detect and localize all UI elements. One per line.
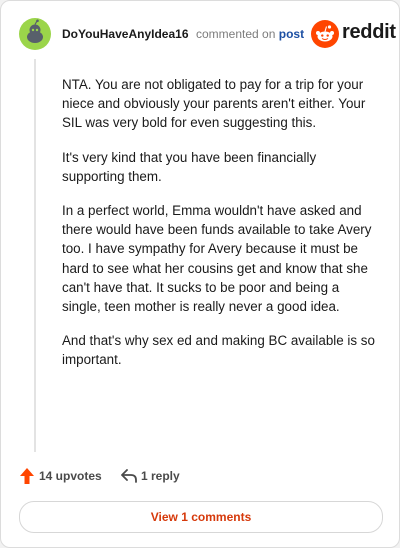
reddit-snoo-icon — [311, 20, 339, 48]
comment-paragraph: And that's why sex ed and making BC avai… — [62, 333, 375, 368]
author-username[interactable]: DoYouHaveAnyIdea16 — [62, 27, 189, 41]
reply-arrow-icon[interactable] — [120, 468, 138, 484]
comment-actions: 14 upvotes 1 reply — [19, 465, 379, 487]
reddit-wordmark: reddit — [342, 21, 396, 43]
view-comments-button[interactable]: View 1 comments — [19, 501, 383, 533]
commented-on-text: commented on — [196, 27, 276, 41]
reddit-logo: reddit — [311, 20, 396, 48]
comment-card: DoYouHaveAnyIdea16 commented on post red… — [0, 0, 400, 548]
reply-count[interactable]: 1 reply — [141, 469, 180, 483]
comment-paragraph: It's very kind that you have been financ… — [62, 149, 317, 184]
thread-line[interactable] — [34, 59, 36, 452]
upvote-count[interactable]: 14 upvotes — [39, 469, 102, 483]
comment-header: DoYouHaveAnyIdea16 commented on post red… — [1, 1, 399, 63]
comment-paragraph: In a perfect world, Emma wouldn't have a… — [62, 203, 372, 315]
upvote-arrow-icon[interactable] — [19, 467, 35, 485]
comment-meta: commented on post — [196, 27, 304, 41]
comment-paragraph: NTA. You are not obligated to pay for a … — [62, 77, 366, 131]
post-link[interactable]: post — [279, 27, 304, 41]
avatar[interactable] — [19, 18, 51, 50]
comment-body: NTA. You are not obligated to pay for a … — [62, 75, 380, 385]
